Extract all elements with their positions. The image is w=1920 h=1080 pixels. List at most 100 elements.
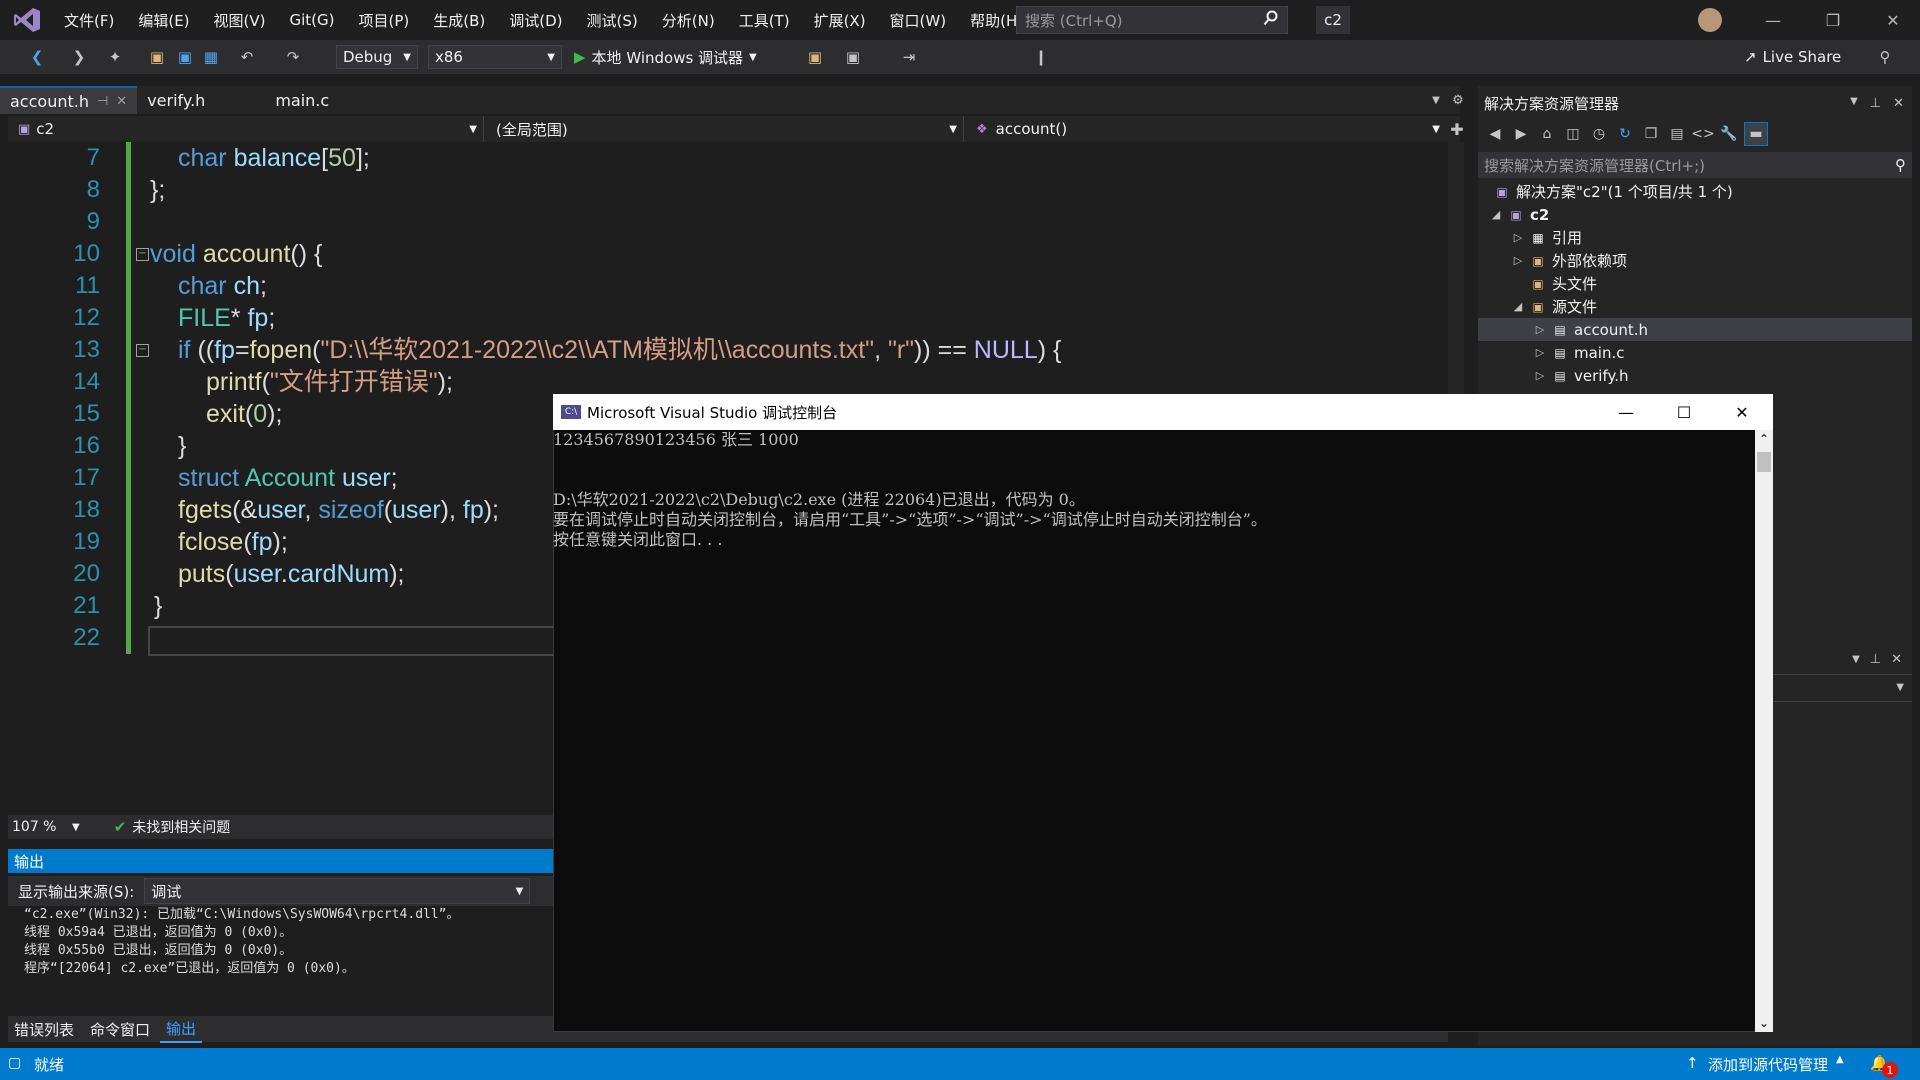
solution-configuration-dropdown[interactable]: Debug ▼ — [336, 45, 418, 69]
collapsed-triangle-icon[interactable]: ▷ — [1534, 369, 1546, 382]
bookmark-icon[interactable]: ❙ — [1030, 46, 1052, 68]
split-editor-icon[interactable]: ✚ — [1448, 118, 1466, 140]
tab-main-c[interactable]: main.c — [265, 86, 339, 114]
chevron-down-icon[interactable]: ▼ — [1850, 96, 1858, 111]
tree-file-account-h[interactable]: ▷ ▤ account.h — [1478, 318, 1912, 341]
console-scrollbar[interactable]: ⌃ ⌄ — [1755, 430, 1773, 1032]
switch-views-icon[interactable]: ◫ — [1562, 123, 1584, 145]
expanded-triangle-icon[interactable]: ◢ — [1490, 208, 1502, 221]
collapsed-triangle-icon[interactable]: ▷ — [1534, 346, 1546, 359]
tab-verify-h[interactable]: verify.h — [137, 86, 265, 114]
console-scroll-thumb[interactable] — [1757, 452, 1771, 472]
search-input[interactable]: 搜索 (Ctrl+Q) — [1016, 6, 1288, 34]
pin-icon[interactable]: ⊥ — [1870, 96, 1881, 111]
add-to-source-control-button[interactable]: 添加到源代码管理 — [1708, 1054, 1828, 1075]
visual-studio-logo-icon[interactable] — [12, 6, 42, 34]
menu-edit[interactable]: 编辑(E) — [126, 0, 201, 40]
open-file-icon[interactable]: ▣ — [146, 46, 168, 68]
pin-icon[interactable]: ⊥ — [1870, 652, 1881, 667]
tree-references[interactable]: ▷ ▦ 引用 — [1512, 226, 1582, 249]
chevron-up-icon[interactable]: ▲ — [1836, 1054, 1844, 1065]
menu-git[interactable]: Git(G) — [278, 0, 347, 40]
tree-header-files[interactable]: ▣ 头文件 — [1512, 272, 1597, 295]
save-all-icon[interactable]: ▦ — [200, 46, 222, 68]
tree-external-dependencies[interactable]: ▷ ▣ 外部依赖项 — [1512, 249, 1627, 272]
console-maximize-button[interactable]: ☐ — [1655, 394, 1713, 430]
output-source-dropdown[interactable]: 调试 ▼ — [144, 878, 531, 904]
live-share-button[interactable]: ↗ Live Share — [1744, 44, 1841, 70]
redo-icon[interactable]: ↷ — [282, 46, 304, 68]
refresh-icon[interactable]: ↻ — [1614, 123, 1636, 145]
tree-project[interactable]: ◢ ▣ c2 — [1490, 203, 1550, 226]
back-arrow-icon[interactable]: ❮ — [26, 46, 48, 68]
close-icon[interactable]: ✕ — [1893, 96, 1904, 111]
new-project-icon[interactable]: ✦ — [104, 46, 126, 68]
minimize-button[interactable]: — — [1758, 8, 1788, 32]
close-button[interactable]: ✕ — [1878, 8, 1908, 32]
solution-search-input[interactable]: 搜索解决方案资源管理器(Ctrl+;) ⚲ — [1478, 152, 1912, 178]
folder-icon[interactable]: ▣ — [804, 46, 826, 68]
scope-dropdown[interactable]: (全局范围) ▼ — [490, 116, 964, 142]
solution-platform-dropdown[interactable]: x86 ▼ — [428, 45, 562, 69]
history-icon[interactable]: ◷ — [1588, 123, 1610, 145]
tree-file-main-c[interactable]: ▷ ▤ main.c — [1534, 341, 1625, 364]
chevron-down-icon[interactable]: ▼ — [72, 822, 80, 833]
expanded-triangle-icon[interactable]: ◢ — [1512, 300, 1524, 313]
tab-overflow-chevron-down-icon[interactable]: ▼ — [1428, 90, 1444, 110]
console-output[interactable]: 1234567890123456 张三 1000 D:\华软2021-2022\… — [553, 430, 1755, 1032]
menu-tools[interactable]: 工具(T) — [727, 0, 802, 40]
indent-icon[interactable]: ⇥ — [898, 46, 920, 68]
user-avatar[interactable] — [1698, 8, 1722, 32]
tab-account-h[interactable]: account.h ⊣ ✕ — [0, 86, 138, 114]
zoom-level[interactable]: 107 % — [8, 819, 72, 835]
collapsed-triangle-icon[interactable]: ▷ — [1512, 254, 1524, 267]
undo-icon[interactable]: ↶ — [236, 46, 258, 68]
back-icon[interactable]: ◀ — [1484, 123, 1506, 145]
menu-file[interactable]: 文件(F) — [52, 0, 126, 40]
menu-window[interactable]: 窗口(W) — [878, 0, 959, 40]
console-close-button[interactable]: ✕ — [1713, 394, 1771, 430]
close-icon[interactable]: ✕ — [116, 94, 127, 109]
tab-command-window[interactable]: 命令窗口 — [84, 1016, 156, 1042]
menu-project[interactable]: 项目(P) — [347, 0, 422, 40]
screenshot-icon[interactable]: ▣ — [842, 46, 864, 68]
preview-icon[interactable]: ▬ — [1744, 122, 1768, 146]
menu-build[interactable]: 生成(B) — [421, 0, 497, 40]
scroll-down-chevron-icon[interactable]: ⌄ — [1755, 1016, 1773, 1030]
pin-icon[interactable]: ⊣ — [97, 94, 108, 109]
menu-extensions[interactable]: 扩展(X) — [802, 0, 878, 40]
scroll-up-chevron-icon[interactable]: ⌃ — [1755, 432, 1773, 446]
issues-indicator[interactable]: 未找到相关问题 — [132, 817, 230, 837]
project-dropdown[interactable]: ▣ c2 ▼ — [12, 116, 484, 142]
tab-output[interactable]: 输出 — [160, 1015, 203, 1043]
chevron-down-icon[interactable]: ▼ — [1852, 654, 1860, 665]
close-icon[interactable]: ✕ — [1891, 652, 1902, 667]
collapse-icon[interactable]: − — [136, 344, 149, 357]
menu-test[interactable]: 测试(S) — [575, 0, 650, 40]
collapse-all-icon[interactable]: ❐ — [1640, 123, 1662, 145]
console-minimize-button[interactable]: — — [1597, 394, 1655, 430]
gear-icon[interactable]: ⚙ — [1450, 90, 1466, 110]
tree-file-verify-h[interactable]: ▷ ▤ verify.h — [1534, 364, 1629, 387]
start-debugging-button[interactable]: ▶ 本地 Windows 调试器 ▼ — [574, 45, 757, 69]
collapse-icon[interactable]: − — [136, 248, 149, 261]
code-view-icon[interactable]: <> — [1691, 123, 1714, 145]
collapsed-triangle-icon[interactable]: ▷ — [1512, 231, 1524, 244]
restore-button[interactable]: ❐ — [1818, 8, 1848, 32]
properties-wrench-icon[interactable]: 🔧 — [1718, 123, 1740, 145]
feedback-icon[interactable]: ⚲ — [1874, 46, 1896, 68]
home-icon[interactable]: ⌂ — [1536, 123, 1558, 145]
menu-view[interactable]: 视图(V) — [202, 0, 278, 40]
menu-debug[interactable]: 调试(D) — [497, 0, 574, 40]
collapsed-triangle-icon[interactable]: ▷ — [1534, 323, 1546, 336]
menu-analyze[interactable]: 分析(N) — [650, 0, 727, 40]
console-title-bar[interactable]: C:\ Microsoft Visual Studio 调试控制台 — [553, 394, 1773, 430]
tab-error-list[interactable]: 错误列表 — [8, 1016, 80, 1042]
forward-icon[interactable]: ▶ — [1510, 123, 1532, 145]
forward-arrow-icon[interactable]: ❯ — [68, 46, 90, 68]
show-all-files-icon[interactable]: ▤ — [1666, 123, 1688, 145]
tree-solution[interactable]: ▣ 解决方案"c2"(1 个项目/共 1 个) — [1494, 180, 1732, 203]
save-icon[interactable]: ▣ — [174, 46, 196, 68]
tree-source-files[interactable]: ◢ ▣ 源文件 — [1512, 295, 1597, 318]
member-dropdown[interactable]: ❖ account() ▼ — [970, 116, 1446, 142]
